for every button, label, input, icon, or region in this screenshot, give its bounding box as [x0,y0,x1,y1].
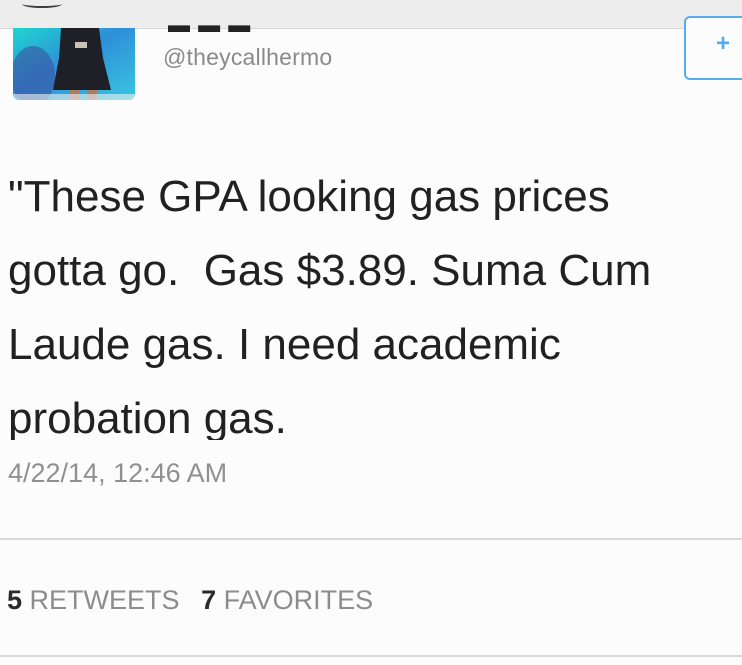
retweets-label: RETWEETS [29,585,180,615]
divider [0,538,742,540]
tweet-text: "These GPA looking gas prices gotta go. … [8,172,652,440]
top-strip [0,0,742,29]
favorites-count: 7 [201,585,217,615]
divider [0,655,742,657]
avatar-photo [13,28,135,100]
tweet-timestamp[interactable]: 4/22/14, 12:46 AM [8,458,227,489]
display-name-fragment: ▬ ▬ ▬ ▬ [168,22,278,32]
favorites-stat[interactable]: 7 FAVORITES [201,585,373,615]
follow-button[interactable]: + [684,16,742,80]
display-name-cropped: ▬ ▬ ▬ ▬ [168,22,278,32]
user-handle[interactable]: @theycallhermo [163,44,332,71]
retweets-stat[interactable]: 5 RETWEETS [7,585,187,615]
favorites-label: FAVORITES [223,585,374,615]
avatar[interactable] [13,28,135,100]
tweet-stats: 5 RETWEETS 7 FAVORITES [7,585,387,616]
top-edge-icon [22,0,62,8]
retweets-count: 5 [7,585,23,615]
follow-plus-icon: + [716,30,731,57]
